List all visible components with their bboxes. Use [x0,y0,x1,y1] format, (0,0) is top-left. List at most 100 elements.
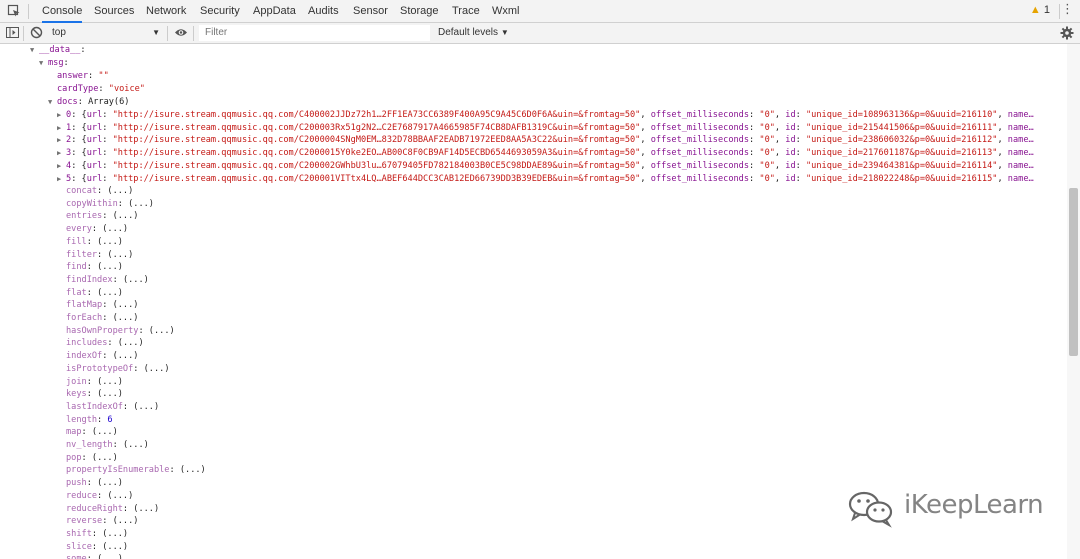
item-url-key: url [86,148,103,159]
proto-value: (...) [122,440,149,450]
item-id: "unique_id=217601187&p=0&uuid=216113" [806,148,998,159]
item-id-key: id [785,122,796,133]
log-levels-dropdown[interactable]: Default levels ▼ [438,25,509,41]
proto-value: (...) [91,427,118,438]
proto-member[interactable]: isPrototypeOf: (...) [66,363,170,376]
item-id-key: id [785,110,796,120]
filter-input[interactable] [199,25,430,41]
proto-value: (...) [97,389,123,400]
tab-wxml[interactable]: Wxml [492,0,520,22]
array-item[interactable]: ▶ 0: {url: "http://isure.stream.qqmusic.q… [57,109,1034,122]
proto-member[interactable]: reduceRight: (...) [66,503,159,516]
proto-member[interactable]: keys: (...) [66,388,123,401]
proto-member[interactable]: some: (...) [66,553,123,559]
watermark: iKeepLearn [846,488,1056,528]
proto-member[interactable]: includes: (...) [66,337,144,350]
proto-key: every [66,224,92,235]
collapsed-triangle-icon: ▶ [57,123,62,132]
item-id: "unique_id=239464381&p=0&uuid=216114" [806,160,998,171]
context-selector[interactable]: top ▼ [52,25,162,41]
proto-member[interactable]: propertyIsEnumerable: (...) [66,464,206,477]
gear-icon[interactable] [1060,26,1074,40]
proto-member[interactable]: hasOwnProperty: (...) [66,325,175,338]
proto-key: entries [66,211,103,222]
proto-key: lastIndexOf [66,401,123,412]
array-item[interactable]: ▶ 3: {url: "http://isure.stream.qqmusic.q… [57,147,1034,160]
proto-member[interactable]: copyWithin: (...) [66,198,154,211]
proto-key: forEach [66,313,103,323]
warning-counter[interactable]: ▲ 1 [1030,4,1050,16]
item-id-key: id [785,148,796,159]
proto-member[interactable]: lastIndexOf: (...) [66,401,159,414]
tab-security[interactable]: Security [200,0,240,22]
proto-member[interactable]: entries: (...) [66,210,138,223]
item-url-key: url [86,160,103,171]
tab-trace[interactable]: Trace [452,0,480,22]
console-output[interactable]: ▼ __data__: ▼ msg: answer: "" cardType: "v… [0,44,1067,559]
proto-member[interactable]: forEach: (...) [66,312,138,325]
proto-member[interactable]: slice: (...) [66,541,128,554]
proto-value: (...) [97,262,123,273]
tab-sensor[interactable]: Sensor [353,0,388,22]
tab-audits[interactable]: Audits [308,0,339,22]
item-offset-key: offset_milliseconds [650,135,750,146]
proto-value: (...) [112,313,139,323]
proto-member[interactable]: every: (...) [66,223,128,236]
item-id-key: id [785,173,796,184]
proto-value: (...) [179,465,206,476]
item-offset-key: offset_milliseconds [650,160,750,171]
sidebar-toggle-icon[interactable] [6,26,19,39]
proto-value: (...) [91,452,118,463]
proto-member[interactable]: reduce: (...) [66,490,133,503]
array-item[interactable]: ▶ 4: {url: "http://isure.stream.qqmusic.q… [57,160,1034,173]
proto-member[interactable]: flat: (...) [66,287,123,300]
item-url-key: url [86,135,103,146]
proto-key: isPrototypeOf [66,363,134,374]
cardtype-key: cardType [57,84,99,94]
item-offset-key: offset_milliseconds [650,173,750,184]
proto-value: (...) [143,363,170,374]
proto-member[interactable]: push: (...) [66,477,123,490]
proto-member[interactable]: join: (...) [66,376,123,389]
warning-count: 1 [1043,4,1050,16]
proto-member[interactable]: flatMap: (...) [66,299,138,312]
proto-member[interactable]: shift: (...) [66,528,128,541]
expanded-triangle-icon: ▼ [39,59,44,67]
array-item[interactable]: ▶ 2: {url: "http://isure.stream.qqmusic.q… [57,134,1034,147]
proto-member[interactable]: nv_length: (...) [66,439,149,452]
proto-member[interactable]: fill: (...) [66,236,123,249]
tab-network[interactable]: Network [146,0,186,22]
inspect-element-icon[interactable] [7,4,21,18]
tree-node-docs[interactable]: ▼ docs: Array(6) [48,96,129,109]
more-options-icon[interactable]: ⋮ [1061,2,1074,17]
array-item[interactable]: ▶ 1: {url: "http://isure.stream.qqmusic.q… [57,122,1034,135]
proto-member[interactable]: reverse: (...) [66,515,138,528]
item-id: "unique_id=218022248&p=0&uuid=216115" [806,173,998,184]
eye-icon[interactable] [174,26,188,39]
proto-member[interactable]: filter: (...) [66,249,133,262]
tab-storage[interactable]: Storage [400,0,439,22]
array-item[interactable]: ▶ 5: {url: "http://isure.stream.qqmusic.q… [57,173,1034,186]
tree-node-msg[interactable]: ▼ msg: [39,57,69,70]
proto-member[interactable]: length: 6 [66,414,113,427]
proto-key: hasOwnProperty [66,325,139,336]
proto-key: reduceRight [66,503,123,514]
proto-value: (...) [97,554,123,559]
tree-node-root[interactable]: ▼ __data__: [30,44,86,57]
proto-member[interactable]: findIndex: (...) [66,274,149,287]
proto-member[interactable]: map: (...) [66,426,118,439]
proto-member[interactable]: find: (...) [66,261,123,274]
proto-member[interactable]: concat: (...) [66,185,133,198]
expanded-triangle-icon: ▼ [48,98,53,106]
toolbar-separator [167,26,168,41]
proto-member[interactable]: pop: (...) [66,452,118,465]
item-offset: "0" [759,110,775,120]
tab-sources[interactable]: Sources [94,0,134,22]
msg-key: msg [48,58,64,68]
clear-console-icon[interactable] [30,26,43,39]
vertical-scrollbar-thumb[interactable] [1069,188,1078,356]
proto-member[interactable]: indexOf: (...) [66,350,138,363]
devtools-tab-bar: Console Sources Network Security AppData Audi… [0,0,1080,23]
tab-appdata[interactable]: AppData [253,0,296,22]
tab-console[interactable]: Console [42,0,83,23]
